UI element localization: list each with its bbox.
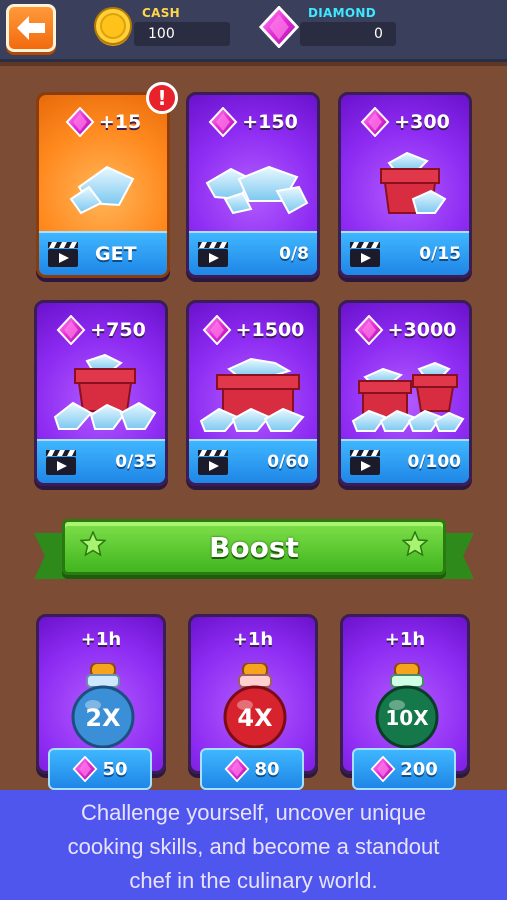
cash-counter: 100 CASH	[92, 6, 232, 46]
offer-reward: +3000	[341, 315, 469, 345]
diamond-value: 0	[300, 22, 396, 46]
boost-price: 200	[400, 758, 438, 780]
video-clapper-icon	[197, 240, 229, 268]
offer-reward-label: +15	[98, 111, 142, 133]
offer-reward: +1500	[189, 315, 317, 345]
top-bar: 100 CASH 0 DIAMOND	[0, 0, 507, 62]
offer-reward: +15	[39, 107, 167, 137]
offer-card-300[interactable]: +300 0/15	[338, 92, 472, 278]
diamond-bucket-icon	[380, 151, 447, 214]
offer-progress: 0/60	[267, 452, 309, 472]
diamond-chest-icon	[199, 357, 305, 432]
diamond-icon	[258, 6, 300, 48]
diamond-icon	[202, 315, 232, 345]
caption-line-3: chef in the culinary world.	[129, 868, 378, 893]
offer-card-750[interactable]: +750 0/35	[34, 300, 168, 486]
boost-duration: +1h	[384, 629, 426, 650]
offer-card-150[interactable]: +150 0/8	[186, 92, 320, 278]
video-clapper-icon	[45, 448, 77, 476]
offer-reward-label: +1500	[235, 319, 305, 341]
potion-multiplier: 2X	[85, 704, 121, 732]
offer-reward: +150	[189, 107, 317, 137]
buy-boost-4x-button[interactable]: 80	[200, 748, 304, 790]
diamond-pile-icon	[205, 165, 309, 215]
diamond-counter: 0 DIAMOND	[258, 6, 398, 46]
offer-progress: 0/100	[407, 452, 461, 472]
get-label: GET	[95, 243, 137, 265]
watch-ad-button[interactable]: 0/60	[189, 439, 317, 483]
offer-reward: +750	[37, 315, 165, 345]
offer-reward-label: +750	[90, 319, 146, 341]
diamond-icon	[360, 107, 390, 137]
video-clapper-icon	[349, 448, 381, 476]
buy-boost-2x-button[interactable]: 50	[48, 748, 152, 790]
offer-progress: 0/35	[115, 452, 157, 472]
diamond-label: DIAMOND	[308, 6, 376, 20]
potion-4x-icon: 4X	[223, 663, 287, 749]
video-clapper-icon	[197, 448, 229, 476]
caption-line-1: Challenge yourself, uncover unique	[81, 800, 426, 825]
watch-ad-button[interactable]: 0/8	[189, 231, 317, 275]
offer-card-3000[interactable]: +3000 0/100	[338, 300, 472, 486]
potion-multiplier: 10X	[385, 706, 429, 730]
boost-price: 50	[102, 758, 128, 780]
boost-banner: Boost	[34, 515, 474, 583]
back-arrow-icon	[17, 16, 45, 40]
offer-reward-label: +300	[394, 111, 450, 133]
coin-icon	[94, 7, 132, 46]
diamond-icon	[56, 315, 86, 345]
boost-title: Boost	[62, 519, 446, 575]
alert-badge: !	[146, 82, 178, 114]
star-icon	[80, 531, 106, 557]
video-clapper-icon	[47, 240, 79, 268]
diamond-icon	[354, 315, 384, 345]
diamond-icon	[224, 756, 250, 782]
boost-duration: +1h	[80, 629, 122, 650]
promo-caption: Challenge yourself, uncover unique cooki…	[0, 790, 507, 900]
video-clapper-icon	[349, 240, 381, 268]
offer-card-15[interactable]: +15 GET	[36, 92, 170, 278]
offer-reward: +300	[341, 107, 469, 137]
watch-ad-button[interactable]: GET	[39, 231, 167, 275]
cash-value: 100	[134, 22, 230, 46]
potion-2x-icon: 2X	[71, 663, 135, 749]
offer-reward-label: +150	[242, 111, 298, 133]
watch-ad-button[interactable]: 0/100	[341, 439, 469, 483]
watch-ad-button[interactable]: 0/35	[37, 439, 165, 483]
offer-progress: 0/15	[419, 244, 461, 264]
diamond-icon	[72, 756, 98, 782]
potion-multiplier: 4X	[237, 704, 273, 732]
diamond-icon	[65, 107, 95, 137]
diamond-icon	[208, 107, 238, 137]
diamond-chests-icon	[351, 361, 465, 432]
boost-duration: +1h	[232, 629, 274, 650]
cash-label: CASH	[142, 6, 180, 20]
offer-reward-label: +3000	[387, 319, 457, 341]
potion-10x-icon: 10X	[375, 663, 439, 749]
boost-price: 80	[254, 758, 280, 780]
caption-line-2: cooking skills, and become a standout	[67, 834, 440, 859]
buy-boost-10x-button[interactable]: 200	[352, 748, 456, 790]
diamond-bucket-icon	[53, 353, 157, 430]
diamond-icon	[370, 756, 396, 782]
offer-card-1500[interactable]: +1500 0/60	[186, 300, 320, 486]
back-button[interactable]	[6, 4, 56, 52]
watch-ad-button[interactable]: 0/15	[341, 231, 469, 275]
offer-progress: 0/8	[279, 244, 309, 264]
star-icon	[402, 531, 428, 557]
diamond-pile-icon	[69, 165, 135, 215]
